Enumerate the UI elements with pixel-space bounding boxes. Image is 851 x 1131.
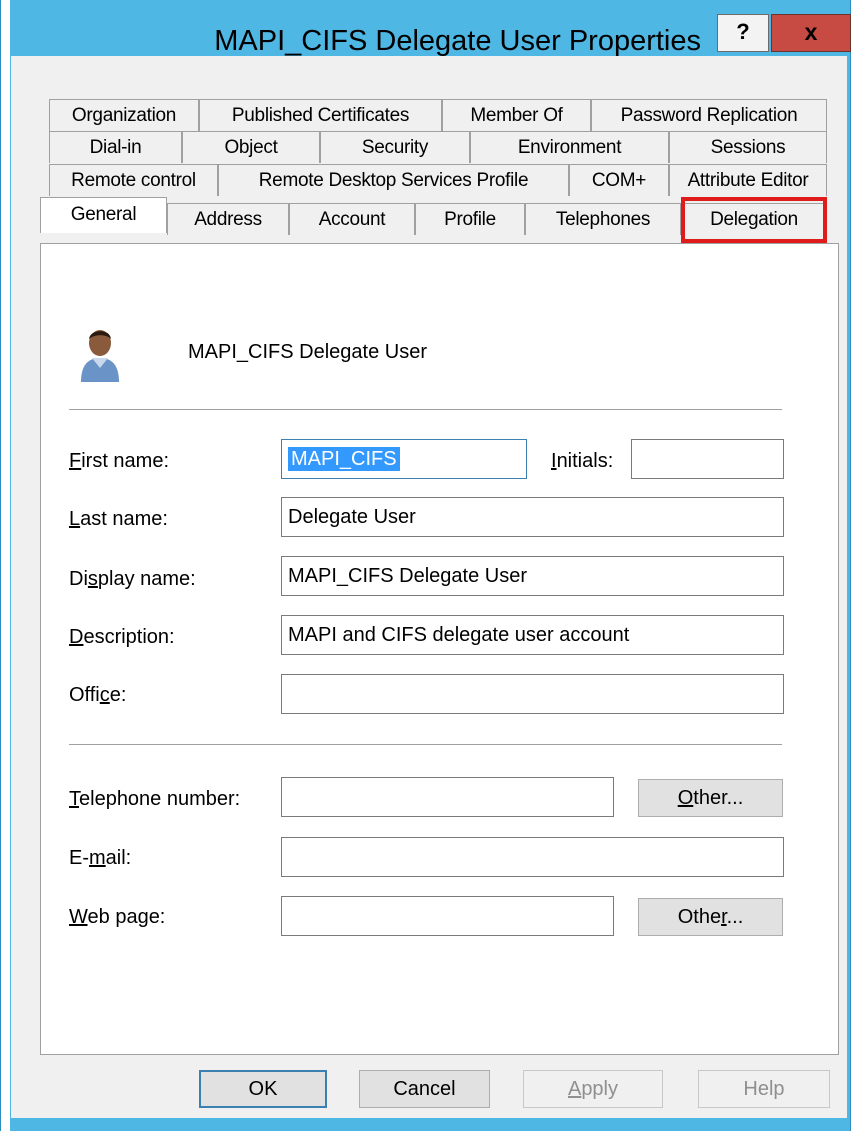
web-page-label: Web page: — [69, 906, 166, 928]
display-name-label: Display name: — [69, 568, 196, 590]
telephone-label: Telephone number: — [69, 788, 241, 810]
tab-member-of[interactable]: Member Of — [442, 99, 591, 131]
initials-label: Initials: — [551, 450, 614, 472]
tab-password-replication[interactable]: Password Replication — [591, 99, 827, 131]
close-icon-button[interactable]: x — [771, 14, 851, 52]
tab-com-plus[interactable]: COM+ — [569, 164, 669, 196]
tab-general[interactable]: General — [40, 197, 167, 233]
email-field[interactable] — [281, 837, 784, 877]
first-name-value: MAPI_CIFS — [288, 447, 400, 471]
email-label: E-mail: — [69, 847, 132, 869]
tab-dial-in[interactable]: Dial-in — [49, 131, 182, 163]
properties-window: MAPI_CIFS Delegate User Properties ? x O… — [0, 0, 851, 1131]
separator-middle — [69, 744, 782, 745]
description-field[interactable]: MAPI and CIFS delegate user account — [281, 615, 784, 655]
desktop-edge — [1, 0, 10, 1131]
tab-security[interactable]: Security — [320, 131, 470, 163]
separator-top — [69, 409, 782, 410]
ok-button[interactable]: OK — [199, 1070, 327, 1108]
user-display-name: MAPI_CIFS Delegate User — [188, 341, 427, 363]
general-tab-panel: MAPI_CIFS Delegate User First name: MAPI… — [40, 243, 839, 1055]
tab-telephones[interactable]: Telephones — [525, 203, 681, 235]
web-page-field[interactable] — [281, 896, 614, 936]
apply-button[interactable]: Apply — [523, 1070, 663, 1108]
last-name-field[interactable]: Delegate User — [281, 497, 784, 537]
dialog-client: Organization Published Certificates Memb… — [11, 56, 847, 1118]
tab-remote-control[interactable]: Remote control — [49, 164, 218, 196]
last-name-label: Last name: — [69, 508, 168, 530]
display-name-field[interactable]: MAPI_CIFS Delegate User — [281, 556, 784, 596]
help-button[interactable]: Help — [698, 1070, 830, 1108]
telephone-field[interactable] — [281, 777, 614, 817]
tab-environment[interactable]: Environment — [470, 131, 669, 163]
office-field[interactable] — [281, 674, 784, 714]
tab-published-certificates[interactable]: Published Certificates — [199, 99, 442, 131]
tab-object[interactable]: Object — [182, 131, 320, 163]
cancel-button[interactable]: Cancel — [359, 1070, 490, 1108]
tab-organization[interactable]: Organization — [49, 99, 199, 131]
tab-sessions[interactable]: Sessions — [669, 131, 827, 163]
tab-account[interactable]: Account — [289, 203, 415, 235]
delegation-highlight-box — [681, 197, 827, 243]
first-name-field[interactable]: MAPI_CIFS — [281, 439, 527, 479]
window-title: MAPI_CIFS Delegate User Properties — [214, 25, 701, 57]
help-icon-button[interactable]: ? — [717, 14, 769, 52]
tab-address[interactable]: Address — [167, 203, 289, 235]
office-label: Office: — [69, 684, 127, 706]
other-web-page-button[interactable]: Other... — [638, 898, 783, 936]
other-telephone-button[interactable]: Other... — [638, 779, 783, 817]
initials-field[interactable] — [631, 439, 784, 479]
first-name-label: First name: — [69, 450, 170, 472]
user-icon — [81, 330, 119, 382]
tab-attribute-editor[interactable]: Attribute Editor — [669, 164, 827, 196]
tab-profile[interactable]: Profile — [415, 203, 525, 235]
tab-remote-desktop-services-profile[interactable]: Remote Desktop Services Profile — [218, 164, 569, 196]
description-label: Description: — [69, 626, 175, 648]
